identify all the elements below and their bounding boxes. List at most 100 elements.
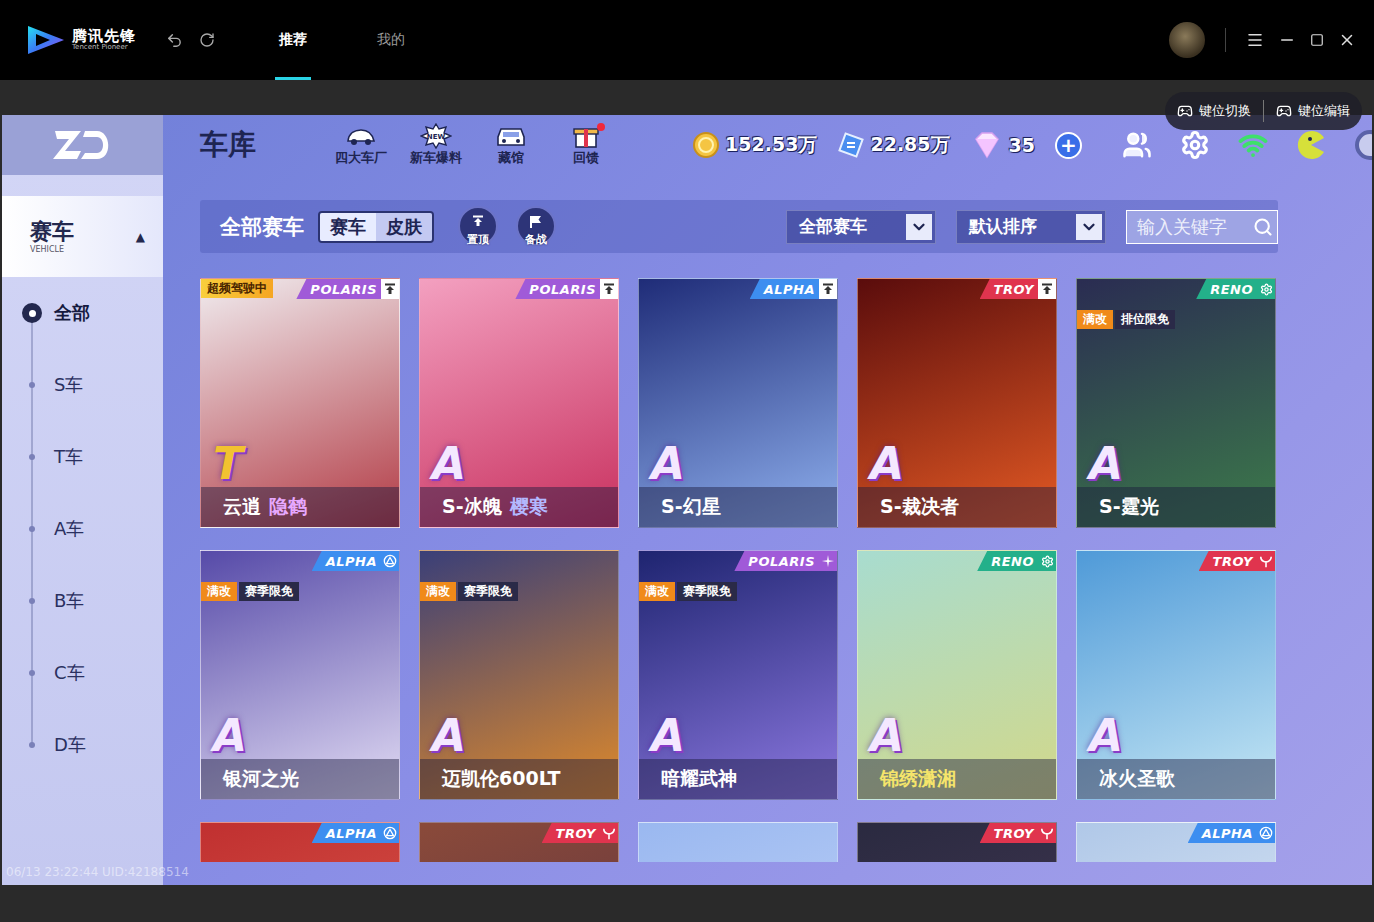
sidebar-dot: [22, 303, 42, 323]
troy-brand-icon: [1259, 554, 1273, 568]
menu-icon[interactable]: [1246, 31, 1264, 49]
car-card[interactable]: ALPHA: [1076, 822, 1276, 862]
car-card[interactable]: 满改赛季限免A迈凯伦600LT: [419, 550, 619, 800]
app-name: 腾讯先锋: [72, 28, 136, 45]
page-title: 车库: [200, 126, 256, 164]
sidebar-dot: [29, 526, 35, 532]
brand-tag: POLARIS: [296, 279, 399, 299]
perk-badge: 排位限免: [1115, 310, 1175, 329]
car-card[interactable]: ALPHAAS-幻星: [638, 278, 838, 528]
search-icon[interactable]: [1253, 217, 1273, 237]
keymap-button[interactable]: 键位编辑: [1276, 102, 1350, 120]
game-frame: 赛车VEHICLE▲全部S车T车A车B车C车D车 车库 四大车厂NEW新车爆料藏馆回…: [2, 115, 1372, 885]
app-logo[interactable]: 腾讯先锋Tencent Pioneer: [24, 23, 136, 57]
brand-label: RENO: [1210, 282, 1253, 297]
segment-control: 赛车皮肤: [318, 211, 434, 243]
sidebar-item[interactable]: D车: [2, 709, 163, 781]
name-bar: S-冰魄樱寒: [420, 487, 618, 527]
tag-icon-box: [1257, 823, 1275, 843]
pin-top-icon: [472, 215, 484, 227]
sidebar-item[interactable]: A车: [2, 493, 163, 565]
brand-label: POLARIS: [310, 282, 377, 297]
maximize-icon[interactable]: [1310, 33, 1324, 47]
sidebar-item[interactable]: T车: [2, 421, 163, 493]
refresh-icon[interactable]: [199, 32, 215, 48]
flag-icon: [529, 215, 543, 229]
reno-brand-icon: [1041, 555, 1054, 568]
pacman-icon[interactable]: [1296, 130, 1326, 160]
grade-letter: A: [651, 710, 685, 761]
diamond-icon: [970, 131, 1004, 159]
sidebar-dot: [29, 742, 35, 748]
user-avatar[interactable]: [1169, 22, 1205, 58]
header-nav-item[interactable]: 回馈: [553, 123, 619, 167]
car-name: S-冰魄: [442, 494, 502, 520]
action-button[interactable]: 备战: [516, 206, 556, 247]
brand-tag: RENO: [1196, 279, 1275, 299]
status-badge: 超频驾驶中: [201, 279, 273, 298]
car-card[interactable]: TROY: [419, 822, 619, 862]
perk-badge: 满改: [420, 582, 456, 601]
car-name: 云逍: [223, 494, 261, 520]
brand-label: POLARIS: [529, 282, 596, 297]
perk-badges: 满改赛季限免: [201, 582, 299, 601]
alpha-brand-icon: [383, 826, 397, 840]
tag-icon-box: [381, 279, 399, 299]
pin-top-icon: [603, 283, 615, 295]
sidebar-section[interactable]: 赛车VEHICLE▲: [2, 196, 163, 277]
perk-badge: 满改: [639, 582, 675, 601]
keymap-button[interactable]: 键位切换: [1177, 102, 1251, 120]
filter-dropdown[interactable]: 默认排序: [956, 210, 1106, 244]
sidebar-item[interactable]: C车: [2, 637, 163, 709]
car-card[interactable]: ALPHA满改赛季限免A银河之光: [200, 550, 400, 800]
game-logo-icon: [51, 127, 115, 163]
friends-icon[interactable]: [1122, 130, 1152, 160]
currency: 152.53万: [692, 131, 817, 159]
car-card[interactable]: [638, 822, 838, 862]
close-icon[interactable]: [1338, 31, 1356, 49]
game-logo[interactable]: [2, 115, 163, 175]
brand-tag: POLARIS: [734, 551, 837, 571]
filter-dropdown[interactable]: 全部赛车: [786, 210, 936, 244]
header-nav-item[interactable]: NEW新车爆料: [403, 123, 469, 167]
brand-tag: TROY: [980, 823, 1056, 843]
car-card[interactable]: POLARIS超频驾驶中T云逍隐鹤: [200, 278, 400, 528]
top-tab[interactable]: 我的: [373, 0, 409, 80]
sidebar-item[interactable]: 全部: [2, 277, 163, 349]
chevron-down-icon: [1080, 218, 1098, 236]
perk-badges: 满改赛季限免: [420, 582, 518, 601]
brand-tag: TROY: [1199, 551, 1275, 571]
chevron-down-icon: [910, 218, 928, 236]
car-card[interactable]: RENO满改排位限免AS-霆光: [1076, 278, 1276, 528]
minimize-icon[interactable]: [1278, 31, 1296, 49]
settings-icon[interactable]: [1180, 130, 1210, 160]
car-card[interactable]: POLARIS满改赛季限免A暗耀武神: [638, 550, 838, 800]
car-museum-icon: [495, 123, 527, 149]
search-field[interactable]: 输入关键字: [1126, 210, 1278, 244]
add-button[interactable]: +: [1055, 132, 1082, 159]
car-card[interactable]: ALPHA: [200, 822, 400, 862]
sidebar-item[interactable]: S车: [2, 349, 163, 421]
action-button[interactable]: 置顶: [458, 206, 498, 247]
tag-icon-box: [600, 279, 618, 299]
perk-badge: 满改: [201, 582, 237, 601]
grade-letter: A: [1089, 710, 1123, 761]
car-card[interactable]: TROYA冰火圣歌: [1076, 550, 1276, 800]
segment[interactable]: 赛车: [320, 213, 376, 241]
car-card[interactable]: RENOA锦绣潇湘: [857, 550, 1057, 800]
car-card[interactable]: POLARISAS-冰魄樱寒: [419, 278, 619, 528]
segment[interactable]: 皮肤: [376, 213, 432, 241]
tag-icon-box: [1038, 551, 1056, 571]
section-sublabel: VEHICLE: [30, 245, 74, 254]
top-tab[interactable]: 推荐: [275, 0, 311, 80]
car-card[interactable]: TROYAS-裁决者: [857, 278, 1057, 528]
app-window: 腾讯先锋Tencent Pioneer推荐我的赛车VEHICLE▲全部S车T车A…: [0, 0, 1374, 922]
car-card[interactable]: TROY: [857, 822, 1057, 862]
header-nav-item[interactable]: 藏馆: [478, 123, 544, 167]
back-icon[interactable]: [166, 32, 183, 49]
more-icon[interactable]: [1354, 129, 1372, 161]
sidebar-item[interactable]: B车: [2, 565, 163, 637]
header-nav-item[interactable]: 四大车厂: [328, 123, 394, 167]
grade-letter: A: [870, 438, 904, 489]
status-badges: 超频驾驶中: [201, 279, 273, 298]
